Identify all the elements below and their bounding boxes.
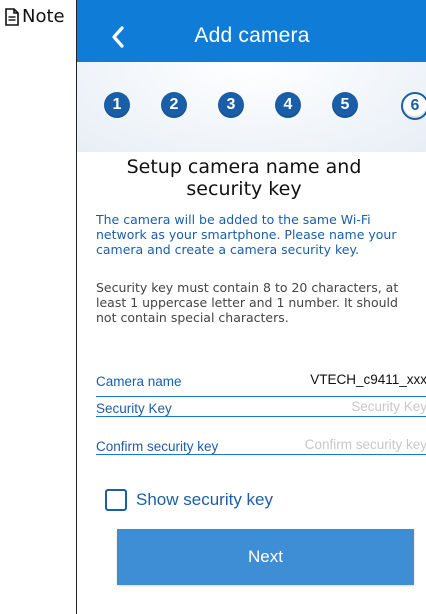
setup-heading: Setup camera name and security key xyxy=(126,156,362,200)
step-indicator: 1 2 3 4 5 6 xyxy=(77,92,426,120)
phone-screen: Add camera 1 2 3 4 5 6 Setup camera name… xyxy=(76,0,426,614)
security-key-rules: Security key must contain 8 to 20 charac… xyxy=(96,280,399,325)
security-key-label: Security Key xyxy=(96,400,172,416)
note-text: Note xyxy=(22,6,65,27)
step-3: 3 xyxy=(218,92,244,118)
security-key-field[interactable]: Security Key Security Key xyxy=(96,386,426,417)
step-6-active: 6 xyxy=(401,92,426,120)
page-title: Add camera xyxy=(194,24,310,47)
confirm-key-input[interactable]: Confirm security key xyxy=(305,437,426,452)
camera-name-value[interactable]: VTECH_c9411_xxx xyxy=(310,372,426,387)
security-key-input[interactable]: Security Key xyxy=(351,399,426,414)
info-text: The camera will be added to the same Wi-… xyxy=(96,212,397,257)
step-1: 1 xyxy=(104,92,130,118)
checkbox-icon[interactable] xyxy=(105,489,127,511)
confirm-key-label: Confirm security key xyxy=(96,438,219,454)
confirm-key-field[interactable]: Confirm security key Confirm security ke… xyxy=(96,424,426,455)
note-label: Note xyxy=(4,6,65,27)
step-5: 5 xyxy=(332,92,358,118)
next-button[interactable]: Next xyxy=(117,529,414,585)
step-2: 2 xyxy=(161,92,187,118)
step-4: 4 xyxy=(275,92,301,118)
document-icon xyxy=(4,7,20,26)
show-key-checkbox[interactable]: Show security key xyxy=(105,488,273,512)
show-key-label: Show security key xyxy=(136,490,273,509)
